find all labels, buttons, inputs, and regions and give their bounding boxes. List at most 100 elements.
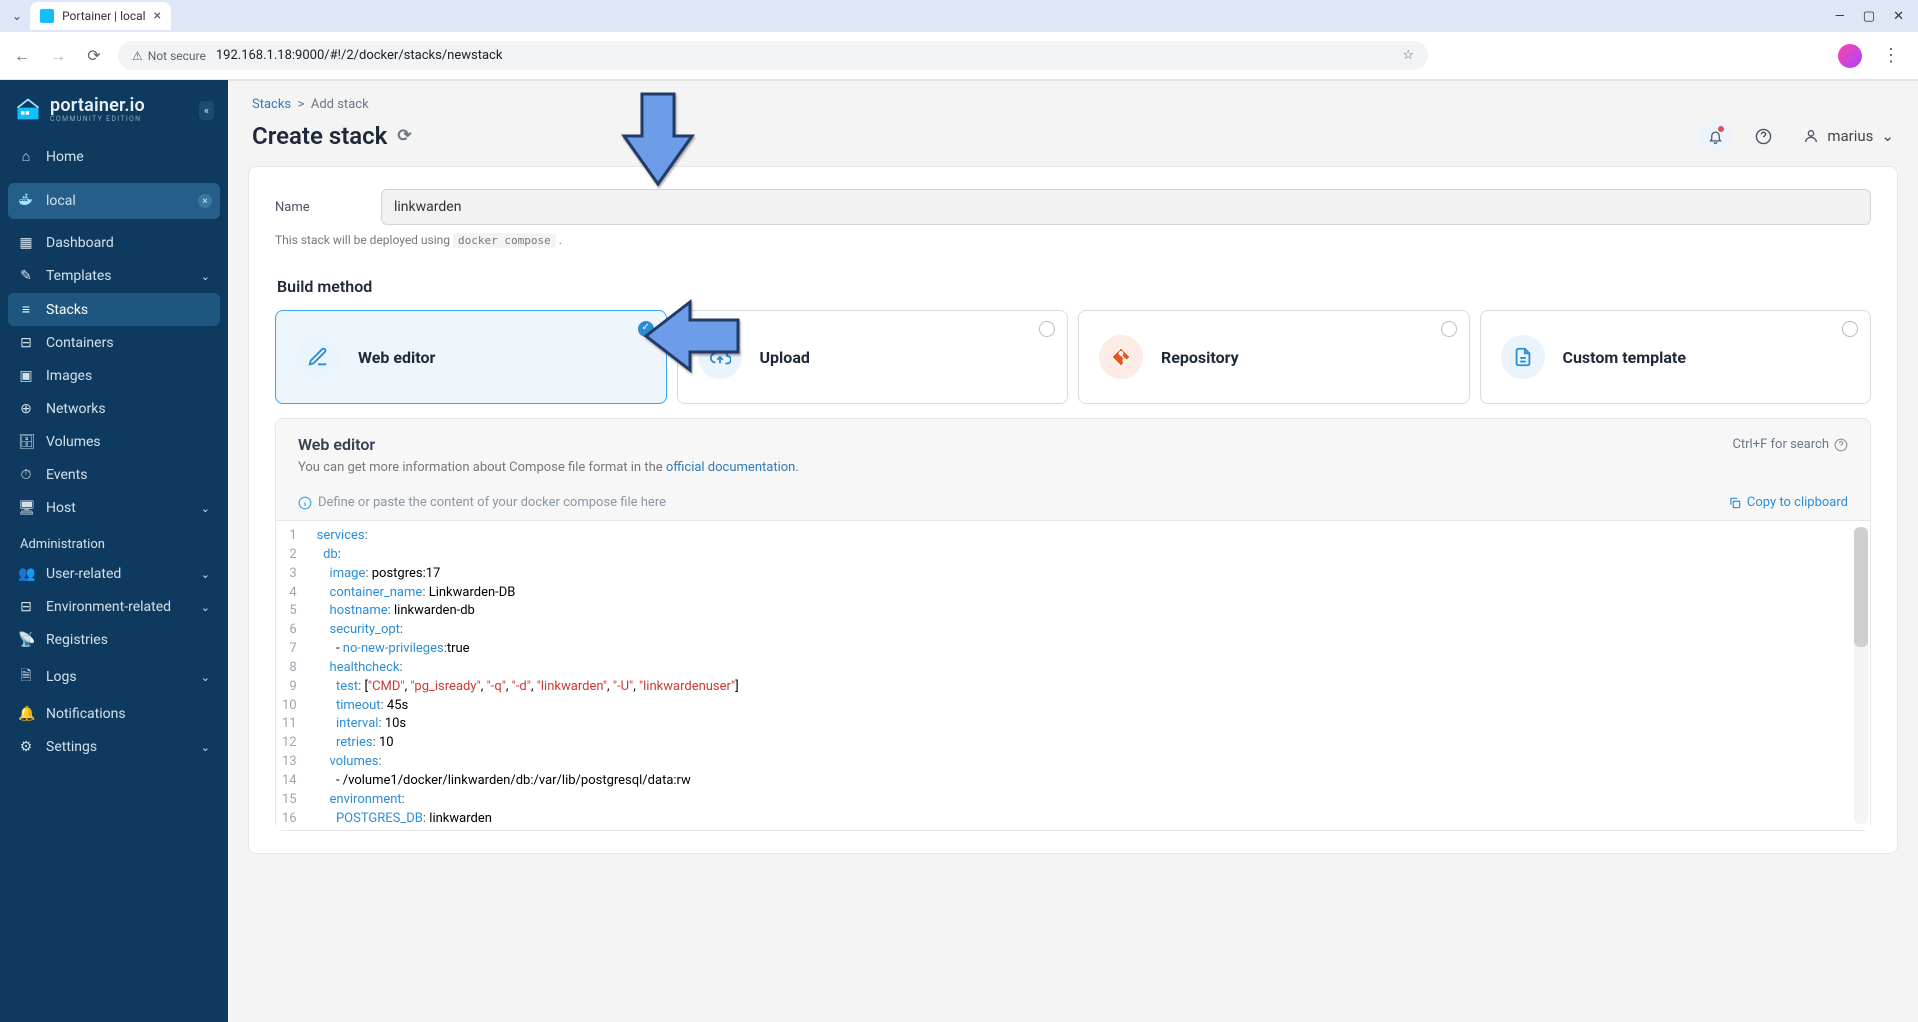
create-stack-panel: Name This stack will be deployed using d… <box>248 166 1898 854</box>
tab-list-dropdown[interactable]: ⌄ <box>8 5 26 27</box>
menu-icon: ⊟ <box>18 599 34 615</box>
editor-help: You can get more information about Compo… <box>276 458 1870 485</box>
scrollbar-thumb[interactable] <box>1854 527 1868 647</box>
logo-text: portainer.io <box>50 97 145 115</box>
reload-button[interactable]: ⟳ <box>82 46 106 65</box>
menu-icon: ⊕ <box>18 401 34 417</box>
sidebar-item-templates[interactable]: ✎Templates⌄ <box>8 260 220 292</box>
menu-icon: ▦ <box>18 235 34 251</box>
sidebar-item-dashboard[interactable]: ▦Dashboard <box>8 227 220 259</box>
window-controls: — ▢ ✕ <box>1835 9 1910 24</box>
docker-icon <box>18 191 34 211</box>
browser-menu-icon[interactable]: ⋮ <box>1882 45 1900 66</box>
help-icon[interactable] <box>1747 120 1779 152</box>
build-method-custom-template[interactable]: Custom template <box>1480 310 1872 404</box>
favicon-icon <box>40 9 54 23</box>
menu-icon: ▣ <box>18 368 34 384</box>
radio-indicator <box>1039 321 1055 337</box>
sidebar: portainer.io COMMUNITY EDITION « ⌂ Home … <box>0 80 228 1022</box>
sidebar-item-user-related[interactable]: 👥User-related⌄ <box>8 558 220 590</box>
security-chip[interactable]: ⚠ Not secure <box>132 49 206 63</box>
build-method-web-editor[interactable]: Web editor <box>275 310 667 404</box>
breadcrumb-current: Add stack <box>311 97 369 112</box>
radio-indicator <box>1842 321 1858 337</box>
sidebar-collapse-button[interactable]: « <box>199 101 214 120</box>
sidebar-environment[interactable]: local × <box>8 183 220 219</box>
sidebar-item-containers[interactable]: ⊟Containers <box>8 327 220 359</box>
home-icon: ⌂ <box>18 148 34 165</box>
bookmark-star-icon[interactable]: ☆ <box>1402 48 1414 63</box>
line-gutter: 1234567891011121314151617181920 <box>276 521 307 830</box>
sidebar-item-environment-related[interactable]: ⊟Environment-related⌄ <box>8 591 220 623</box>
deploy-help-text: This stack will be deployed using docker… <box>275 233 1871 247</box>
menu-icon: ⊟ <box>18 335 34 351</box>
menu-icon: 👥 <box>18 566 34 582</box>
method-icon <box>1099 335 1143 379</box>
browser-toolbar: ← → ⟳ ⚠ Not secure 192.168.1.18:9000/#!/… <box>0 32 1918 80</box>
info-icon <box>298 496 312 510</box>
close-tab-icon[interactable]: × <box>154 8 161 24</box>
sidebar-item-settings[interactable]: ⚙Settings⌄ <box>8 731 220 763</box>
menu-icon: ≡ <box>18 301 34 318</box>
notifications-bell-icon[interactable] <box>1699 120 1731 152</box>
refresh-icon[interactable]: ⟳ <box>397 126 411 146</box>
search-hint: Ctrl+F for search <box>1732 437 1848 452</box>
sidebar-item-networks[interactable]: ⊕Networks <box>8 393 220 425</box>
chevron-down-icon: ⌄ <box>1881 127 1894 145</box>
annotation-arrow-name <box>618 86 698 195</box>
web-editor-panel: Web editor Ctrl+F for search You can get… <box>275 418 1871 831</box>
code-editor[interactable]: 1234567891011121314151617181920 services… <box>276 520 1870 830</box>
radio-indicator <box>1441 321 1457 337</box>
browser-tab[interactable]: Portainer | local × <box>30 2 171 30</box>
method-icon <box>1501 335 1545 379</box>
sidebar-logo[interactable]: portainer.io COMMUNITY EDITION « <box>0 80 228 136</box>
build-method-title: Build method <box>277 277 1869 296</box>
breadcrumb: Stacks > Add stack <box>248 81 1898 120</box>
chevron-down-icon: ⌄ <box>201 270 210 283</box>
chevron-down-icon: ⌄ <box>201 601 210 614</box>
page-title: Create stack ⟳ <box>252 122 412 150</box>
annotation-arrow-method <box>640 296 745 380</box>
chevron-down-icon: ⌄ <box>201 568 210 581</box>
sidebar-item-registries[interactable]: 📡Registries <box>8 624 220 656</box>
url-bar[interactable]: ⚠ Not secure 192.168.1.18:9000/#!/2/dock… <box>118 41 1428 70</box>
menu-icon: ⚙ <box>18 739 34 755</box>
close-window-icon[interactable]: ✕ <box>1893 9 1904 24</box>
back-button[interactable]: ← <box>10 46 34 66</box>
sidebar-item-volumes[interactable]: 🗄Volumes <box>8 426 220 458</box>
stack-name-input[interactable] <box>381 189 1871 225</box>
menu-icon: ⏱ <box>18 467 34 483</box>
close-env-icon[interactable]: × <box>198 194 212 208</box>
sidebar-item-logs[interactable]: 🗎Logs⌄ <box>8 657 220 697</box>
chevron-down-icon: ⌄ <box>201 741 210 754</box>
menu-icon: ✎ <box>18 268 34 284</box>
browser-tab-strip: ⌄ Portainer | local × — ▢ ✕ <box>0 0 1918 32</box>
warning-icon: ⚠ <box>132 49 143 63</box>
sidebar-item-images[interactable]: ▣Images <box>8 360 220 392</box>
copy-icon <box>1728 496 1742 510</box>
maximize-icon[interactable]: ▢ <box>1863 9 1875 24</box>
sidebar-item-home[interactable]: ⌂ Home <box>8 140 220 173</box>
breadcrumb-root[interactable]: Stacks <box>252 97 291 112</box>
name-label: Name <box>275 200 381 215</box>
editor-title: Web editor <box>298 435 375 454</box>
profile-avatar[interactable] <box>1838 44 1862 68</box>
copy-clipboard-button[interactable]: Copy to clipboard <box>1728 495 1848 510</box>
sidebar-item-stacks[interactable]: ≡Stacks <box>8 293 220 326</box>
sidebar-section-admin: Administration <box>8 525 220 558</box>
chevron-down-icon: ⌄ <box>201 502 210 515</box>
sidebar-item-notifications[interactable]: 🔔Notifications <box>8 698 220 730</box>
portainer-logo-icon <box>14 96 42 124</box>
menu-icon: 📡 <box>18 632 34 648</box>
sidebar-item-host[interactable]: 🖥Host⌄ <box>8 492 220 524</box>
code-area[interactable]: services: db: image: postgres:17 contain… <box>307 521 1870 830</box>
forward-button[interactable]: → <box>46 46 70 66</box>
chevron-down-icon: ⌄ <box>201 671 210 684</box>
sidebar-item-events[interactable]: ⏱Events <box>8 459 220 491</box>
docs-link[interactable]: official documentation <box>666 460 795 475</box>
minimize-icon[interactable]: — <box>1835 9 1845 24</box>
user-menu[interactable]: marius ⌄ <box>1795 127 1894 145</box>
build-method-repository[interactable]: Repository <box>1078 310 1470 404</box>
tab-title: Portainer | local <box>62 9 146 23</box>
url-text: 192.168.1.18:9000/#!/2/docker/stacks/new… <box>216 48 503 63</box>
